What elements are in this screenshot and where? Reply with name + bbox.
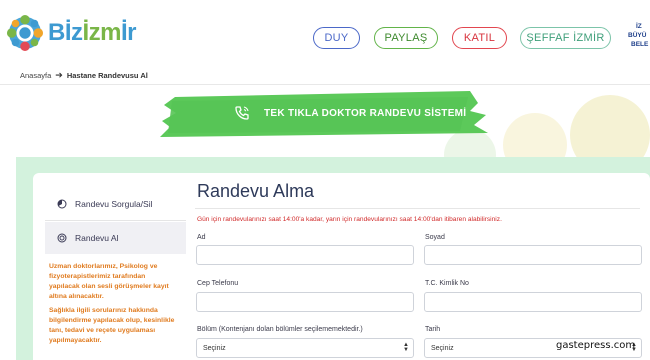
form-divider [195, 208, 640, 209]
tarih-label: Tarih [425, 326, 441, 333]
sidebar-note-recording: Uzman doktorlarımız, Psikolog ve fizyote… [49, 263, 169, 300]
sidebar-item-label: Randevu Al [75, 233, 119, 243]
tc-kimlik-input[interactable] [424, 292, 642, 312]
nav-seffaf-izmir-button[interactable]: ŞEFFAF İZMİR [520, 27, 611, 49]
corner-logo-line-1: İZ [636, 23, 642, 30]
soyad-label: Soyad [425, 234, 445, 241]
site-header: Bİzİzmİr DUY PAYLAŞ KATIL ŞEFFAF İZMİR İ… [0, 0, 650, 66]
nav-katil-button[interactable]: KATIL [452, 27, 507, 49]
page: Bİzİzmİr DUY PAYLAŞ KATIL ŞEFFAF İZMİR İ… [0, 0, 650, 360]
soyad-input[interactable] [424, 245, 642, 265]
tc-kimlik-label: T.C. Kimlik No [425, 280, 469, 287]
sidebar-note-disclaimer: Sağlıkla ilgili sorularınız hakkında bil… [49, 307, 175, 344]
logo-text-part-1: Bİz [48, 19, 83, 46]
logo-text-part-2: İzm [82, 19, 122, 46]
sidebar-item-label: Randevu Sorgula/Sil [75, 199, 153, 209]
breadcrumb-home-link[interactable]: Anasayfa [20, 71, 51, 80]
sidebar-divider [45, 220, 186, 221]
bolum-select-value: Seçiniz [203, 344, 226, 352]
izmir-buyuksehir-logo[interactable]: İZ BÜYÜ BELE [628, 22, 650, 62]
logo-text-part-3: İr [121, 19, 137, 46]
bolum-label: Bölüm (Kontenjanı dolan bölümler seçilem… [197, 326, 363, 333]
corner-logo-line-2: BÜYÜ [628, 32, 647, 39]
ad-label: Ad [197, 234, 206, 241]
logo-mark-icon [6, 14, 44, 52]
breadcrumb-current: Hastane Randevusu Al [66, 71, 148, 80]
hero-title: TEK TIKLA DOKTOR RANDEVU SİSTEMİ [264, 108, 467, 119]
breadcrumb: Anasayfa ➔ Hastane Randevusu Al [20, 70, 148, 81]
sidebar-item-randevu-sorgula[interactable]: Randevu Sorgula/Sil [45, 188, 186, 220]
cep-telefonu-label: Cep Telefonu [197, 280, 239, 287]
form-title: Randevu Alma [197, 181, 315, 201]
select-arrows-icon: ▲ ▼ [403, 342, 409, 353]
phone-icon [235, 106, 249, 120]
clock-icon [57, 233, 67, 243]
tarih-select-value: Seçiniz [431, 344, 454, 352]
logo-text: Bİzİzmİr [48, 19, 137, 47]
cep-telefonu-input[interactable] [196, 292, 414, 312]
bolum-select[interactable]: Seçiniz ▲ ▼ [196, 338, 414, 358]
corner-logo-line-3: BELE [631, 41, 649, 48]
form-notice: Gün için randevularınızı saat 14:00'a ka… [197, 216, 502, 223]
sidebar-item-randevu-al[interactable]: Randevu Al [45, 222, 186, 254]
arrow-right-icon: ➔ [55, 70, 63, 80]
bizizmir-logo[interactable]: Bİzİzmİr [6, 14, 137, 52]
hero-banner [160, 91, 650, 160]
nav-paylas-button[interactable]: PAYLAŞ [374, 27, 438, 49]
watermark-text: gastepress.com [556, 340, 636, 351]
nav-duy-button[interactable]: DUY [313, 27, 360, 49]
ad-input[interactable] [196, 245, 414, 265]
pie-chart-icon [57, 199, 67, 209]
